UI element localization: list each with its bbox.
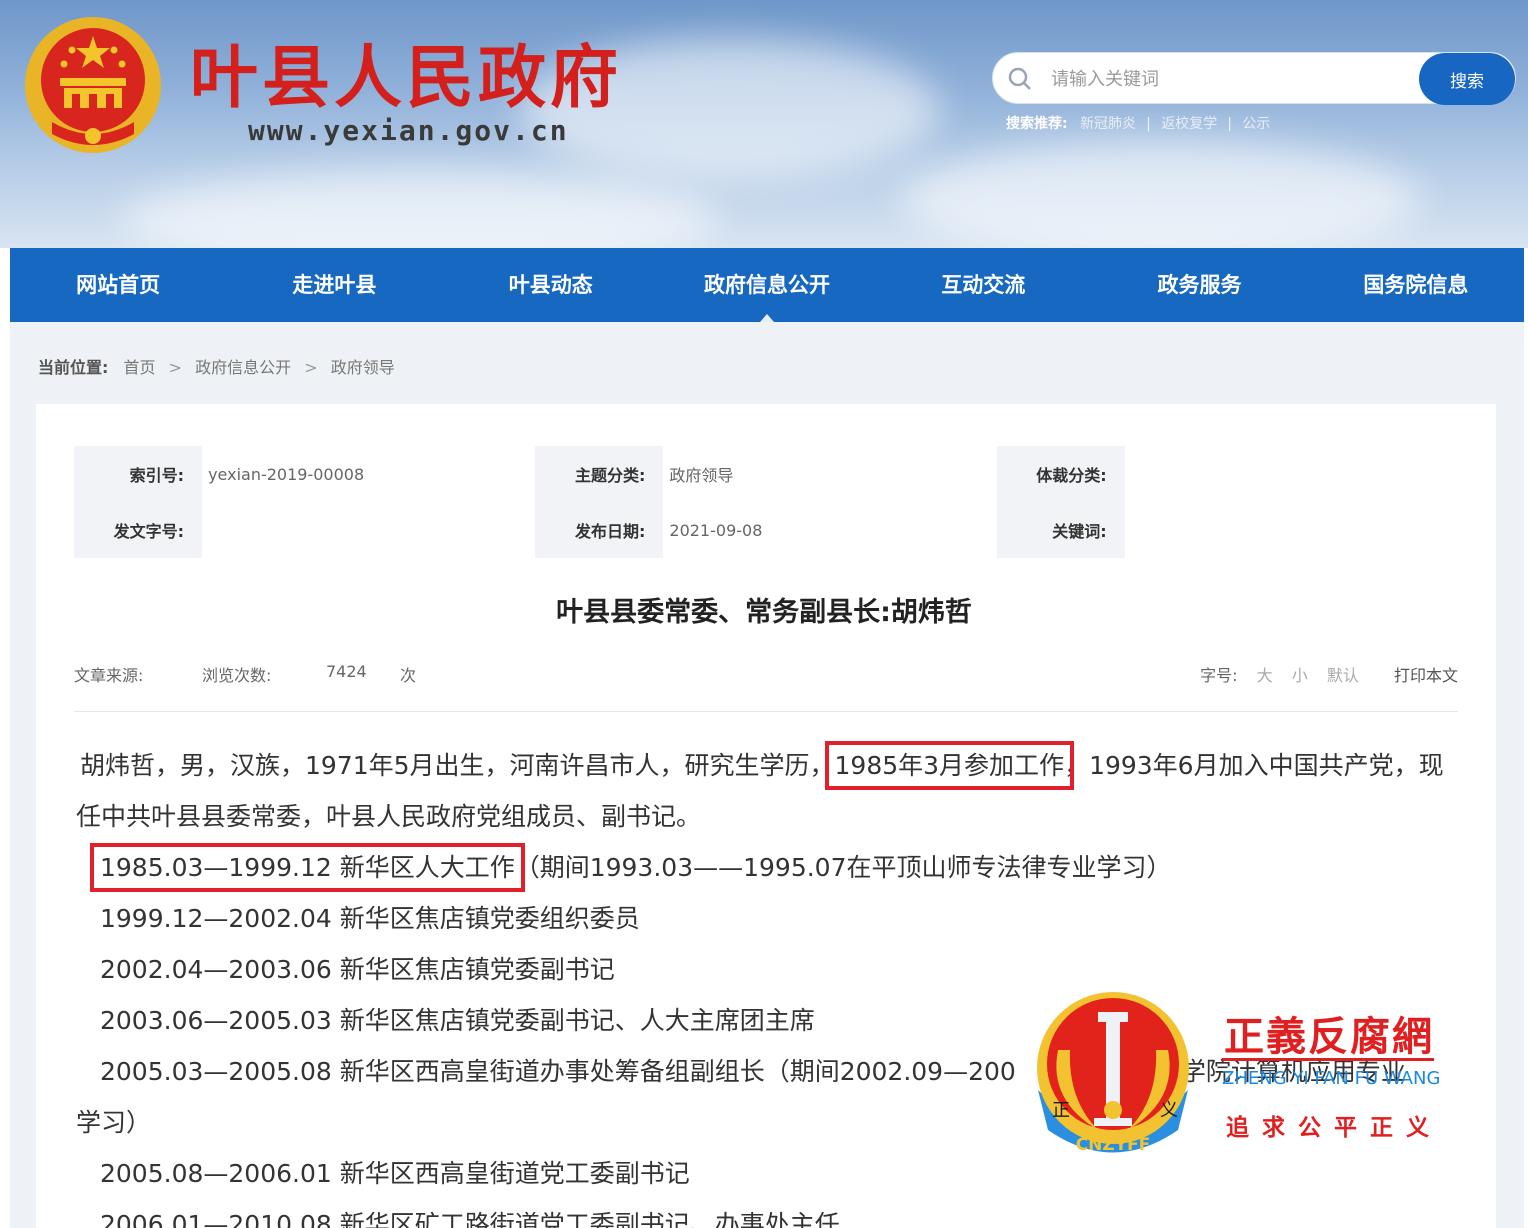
article-source-label: 文章来源: <box>74 666 144 685</box>
search-icon <box>1008 67 1031 90</box>
nav-item-about[interactable]: 走进叶县 <box>226 248 442 322</box>
nav-item-news[interactable]: 叶县动态 <box>443 248 659 322</box>
hot-word-link[interactable]: 新冠肺炎 <box>1080 116 1136 132</box>
meta-keyword-label: 关键词: <box>996 502 1125 558</box>
resume-line: 1985.03—1999.12 新华区人大工作（期间1993.03——1995.… <box>76 842 1466 893</box>
search-box: 搜索 <box>992 52 1516 105</box>
main-nav: 网站首页 走进叶县 叶县动态 政府信息公开 互动交流 政务服务 国务院信息 <box>10 248 1524 322</box>
breadcrumb-separator: > <box>304 358 318 377</box>
views-count: 7424 <box>326 662 367 681</box>
national-emblem-icon <box>25 17 161 153</box>
hot-words-label: 搜索推荐: <box>1006 116 1068 132</box>
header-cloud <box>900 140 1420 248</box>
views-unit: 次 <box>400 666 417 685</box>
meta-topic-value: 政府领导 <box>669 466 734 485</box>
print-button[interactable]: 打印本文 <box>1394 666 1458 685</box>
font-size-label: 字号: <box>1200 666 1238 685</box>
site-header: 叶县人民政府 www.yexian.gov.cn 搜索 搜索推荐: 新冠肺炎| … <box>0 0 1528 248</box>
resume-line: 2002.04—2003.06 新华区焦店镇党委副书记 <box>100 955 615 984</box>
resume-text: （期间1993.03——1995.07在平顶山师专法律专业学习） <box>514 853 1172 882</box>
watermark-title: 正義反腐網 <box>1224 1013 1434 1060</box>
meta-docno-value <box>202 502 535 558</box>
search-button[interactable]: 搜索 <box>1419 53 1515 105</box>
site-title: 叶县人民政府 <box>190 39 623 118</box>
watermark-pinyin: ZHENG YI FAN FU WANG <box>1222 1068 1441 1089</box>
nav-item-interaction[interactable]: 互动交流 <box>875 248 1091 322</box>
breadcrumb-label: 当前位置: <box>38 358 109 377</box>
resume-line: 2005.08—2006.01 新华区西高皇街道党工委副书记 <box>100 1159 690 1188</box>
breadcrumb-separator: > <box>168 358 183 377</box>
resume-line: 1999.12—2002.04 新华区焦店镇党委组织委员 <box>100 904 640 933</box>
watermark-logo-right: 义 <box>1160 1100 1178 1121</box>
highlighted-work-start: 1985年3月参加工作 <box>824 741 1075 790</box>
site-url: www.yexian.gov.cn <box>248 114 569 147</box>
font-size-large-button[interactable]: 大 <box>1257 666 1273 685</box>
hot-word-link[interactable]: 返校复学 <box>1161 116 1217 132</box>
breadcrumb: 当前位置: 首页 > 政府信息公开 > 政府领导 <box>38 354 395 378</box>
resume-line: 2006.01—2010.08 新华区矿工路街道党工委副书记、办事处主任 <box>100 1210 840 1228</box>
meta-index-value: yexian-2019-00008 <box>208 464 365 484</box>
meta-index-label: 索引号: <box>74 446 203 502</box>
document-meta-table: 索引号: yexian-2019-00008 主题分类: 政府领导 体裁分类: … <box>74 446 1458 558</box>
watermark-underline <box>1222 1058 1434 1061</box>
meta-date-label: 发布日期: <box>535 502 664 558</box>
font-size-controls: 字号: 大 小 默认 打印本文 <box>1200 662 1458 686</box>
meta-topic-label: 主题分类: <box>535 446 664 502</box>
meta-keyword-value <box>1125 502 1458 558</box>
breadcrumb-home[interactable]: 首页 <box>124 358 156 377</box>
nav-item-home[interactable]: 网站首页 <box>10 248 226 322</box>
nav-item-gov-info[interactable]: 政府信息公开 <box>659 248 875 322</box>
bio-paragraph: 胡炜哲，男，汉族，1971年5月出生，河南许昌市人，研究生学历，1985年3月参… <box>76 740 1466 842</box>
hot-words: 搜索推荐: 新冠肺炎 | 返校复学 | 公示 <box>1006 116 1271 132</box>
highlighted-resume-entry: 1985.03—1999.12 新华区人大工作 <box>90 843 525 892</box>
meta-docno-label: 发文字号: <box>74 502 203 558</box>
search-input[interactable] <box>1051 61 1391 97</box>
watermark-logo-left: 正 <box>1052 1100 1070 1121</box>
nav-item-state-council[interactable]: 国务院信息 <box>1308 248 1524 322</box>
hot-word-link[interactable]: 公示 <box>1242 116 1270 132</box>
breadcrumb-leaders[interactable]: 政府领导 <box>331 358 395 377</box>
meta-genre-label: 体裁分类: <box>996 446 1125 502</box>
article-info-bar: 文章来源: 浏览次数: 7424 次 字号: 大 小 默认 打印本文 <box>74 662 1458 712</box>
watermark-logo-text: CNZYFF <box>1076 1135 1151 1155</box>
bio-text: 胡炜哲，男，汉族，1971年5月出生，河南许昌市人，研究生学历， <box>80 751 835 780</box>
views-label: 浏览次数: <box>202 666 272 685</box>
font-size-small-button[interactable]: 小 <box>1292 666 1308 685</box>
breadcrumb-gov-info[interactable]: 政府信息公开 <box>195 358 291 377</box>
article-title: 叶县县委常委、常务副县长:胡炜哲 <box>556 597 972 628</box>
meta-genre-value <box>1125 446 1458 502</box>
header-cloud <box>120 170 720 248</box>
resume-text: 2005.03—2005.08 新华区西高皇街道办事处筹备组副组长（期间2002… <box>100 1057 1016 1086</box>
nav-item-services[interactable]: 政务服务 <box>1091 248 1307 322</box>
article-body: 胡炜哲，男，汉族，1971年5月出生，河南许昌市人，研究生学历，1985年3月参… <box>76 740 1466 1228</box>
meta-date-value: 2021-09-08 <box>669 520 763 540</box>
font-size-default-button[interactable]: 默认 <box>1327 666 1359 685</box>
watermark-slogan: 追求公平正义 <box>1226 1115 1442 1141</box>
watermark-logo-icon: CNZYFF 正 义 <box>1037 992 1189 1155</box>
